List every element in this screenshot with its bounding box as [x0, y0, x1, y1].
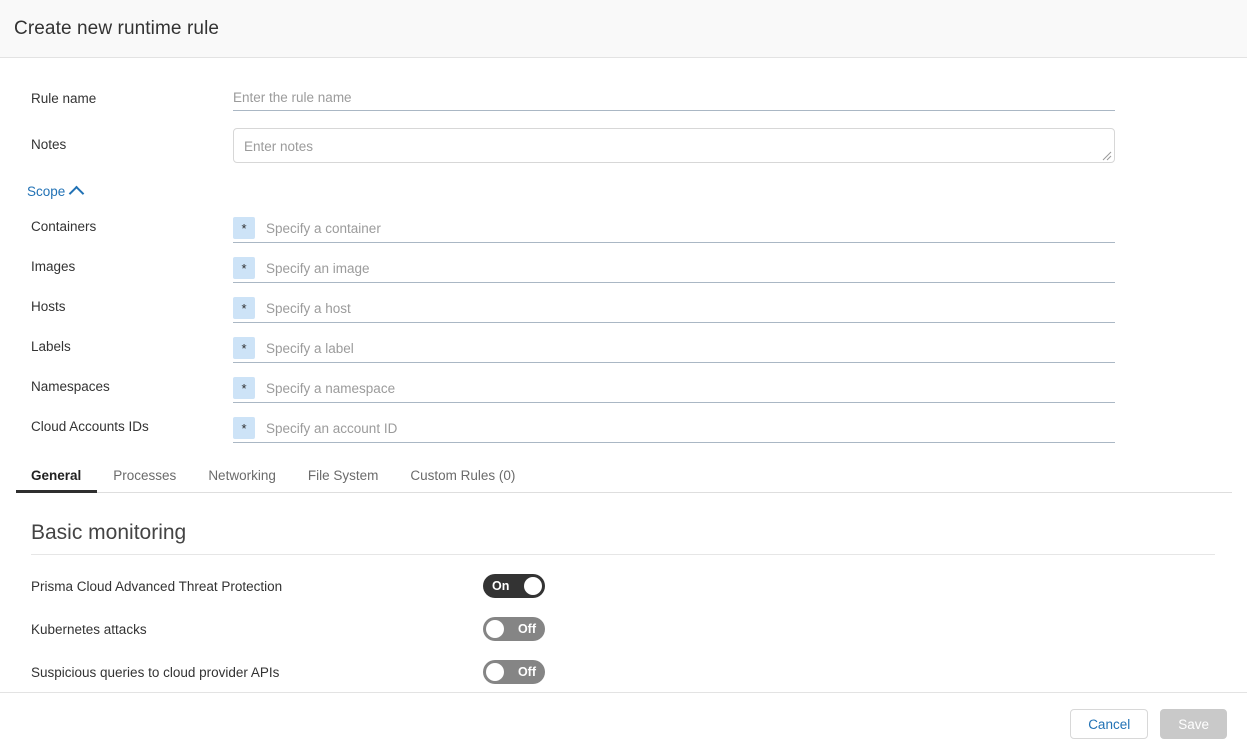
scope-row-hosts: Hosts * Specify a host [0, 294, 1247, 323]
rule-name-control: Enter the rule name [233, 84, 1247, 111]
namespaces-placeholder: Specify a namespace [266, 381, 395, 396]
form-body: Rule name Enter the rule name Notes Ente… [0, 84, 1247, 443]
rule-name-input[interactable]: Enter the rule name [233, 84, 1115, 111]
atp-label: Prisma Cloud Advanced Threat Protection [31, 579, 483, 594]
suspicious-queries-toggle[interactable]: Off [483, 660, 545, 684]
tab-networking[interactable]: Networking [192, 468, 292, 492]
toggle-knob-icon [524, 577, 542, 595]
images-placeholder: Specify an image [266, 261, 370, 276]
resize-handle-icon[interactable] [1102, 151, 1112, 161]
suspicious-queries-label: Suspicious queries to cloud provider API… [31, 665, 483, 680]
namespaces-label: Namespaces [31, 374, 233, 395]
hosts-label: Hosts [31, 294, 233, 315]
cloud-accounts-input[interactable]: * Specify an account ID [233, 414, 1115, 443]
scope-row-cloud-accounts: Cloud Accounts IDs * Specify an account … [0, 414, 1247, 443]
containers-control: * Specify a container [233, 214, 1247, 243]
scope-row-images: Images * Specify an image [0, 254, 1247, 283]
dialog-header: Create new runtime rule [0, 0, 1247, 58]
images-input[interactable]: * Specify an image [233, 254, 1115, 283]
wildcard-chip-icon[interactable]: * [233, 377, 255, 399]
wildcard-chip-icon[interactable]: * [233, 337, 255, 359]
scope-rows: Containers * Specify a container Images … [0, 214, 1247, 443]
images-control: * Specify an image [233, 254, 1247, 283]
page-title: Create new runtime rule [0, 18, 219, 40]
wildcard-chip-icon[interactable]: * [233, 217, 255, 239]
toggle-knob-icon [486, 663, 504, 681]
labels-label: Labels [31, 334, 233, 355]
scope-label: Scope [27, 184, 65, 199]
setting-row-suspicious-queries: Suspicious queries to cloud provider API… [31, 660, 1247, 684]
tab-custom-rules[interactable]: Custom Rules (0) [394, 468, 531, 492]
labels-control: * Specify a label [233, 334, 1247, 363]
atp-toggle[interactable]: On [483, 574, 545, 598]
hosts-placeholder: Specify a host [266, 301, 351, 316]
scope-row-containers: Containers * Specify a container [0, 214, 1247, 243]
tab-bar: General Processes Networking File System… [16, 464, 1232, 493]
kubernetes-attacks-toggle[interactable]: Off [483, 617, 545, 641]
kubernetes-attacks-toggle-state: Off [518, 622, 536, 636]
tab-file-system[interactable]: File System [292, 468, 395, 492]
images-label: Images [31, 254, 233, 275]
toggle-knob-icon [486, 620, 504, 638]
containers-placeholder: Specify a container [266, 221, 381, 236]
atp-toggle-state: On [492, 579, 509, 593]
section-title: Basic monitoring [31, 521, 1215, 555]
notes-textarea[interactable]: Enter notes [233, 128, 1115, 163]
dialog-footer: Cancel Save [0, 692, 1247, 755]
labels-input[interactable]: * Specify a label [233, 334, 1115, 363]
labels-placeholder: Specify a label [266, 341, 354, 356]
cloud-accounts-label: Cloud Accounts IDs [31, 414, 233, 435]
cloud-accounts-placeholder: Specify an account ID [266, 421, 397, 436]
scope-row-namespaces: Namespaces * Specify a namespace [0, 374, 1247, 403]
namespaces-control: * Specify a namespace [233, 374, 1247, 403]
containers-label: Containers [31, 214, 233, 235]
rule-name-label: Rule name [31, 84, 233, 107]
notes-control: Enter notes [233, 128, 1247, 163]
setting-row-atp: Prisma Cloud Advanced Threat Protection … [31, 574, 1247, 598]
cloud-accounts-control: * Specify an account ID [233, 414, 1247, 443]
setting-row-kubernetes-attacks: Kubernetes attacks Off [31, 617, 1247, 641]
wildcard-chip-icon[interactable]: * [233, 257, 255, 279]
wildcard-chip-icon[interactable]: * [233, 417, 255, 439]
scope-toggle-link[interactable]: Scope [0, 184, 82, 199]
namespaces-input[interactable]: * Specify a namespace [233, 374, 1115, 403]
cancel-button[interactable]: Cancel [1070, 709, 1148, 739]
containers-input[interactable]: * Specify a container [233, 214, 1115, 243]
suspicious-queries-toggle-state: Off [518, 665, 536, 679]
basic-monitoring-section: Basic monitoring Prisma Cloud Advanced T… [0, 521, 1247, 684]
hosts-input[interactable]: * Specify a host [233, 294, 1115, 323]
wildcard-chip-icon[interactable]: * [233, 297, 255, 319]
hosts-control: * Specify a host [233, 294, 1247, 323]
form-row-rule-name: Rule name Enter the rule name [0, 84, 1247, 111]
notes-label: Notes [31, 128, 233, 153]
save-button[interactable]: Save [1160, 709, 1227, 739]
notes-placeholder: Enter notes [244, 139, 313, 154]
form-row-notes: Notes Enter notes [0, 128, 1247, 163]
chevron-up-icon [69, 185, 85, 201]
scope-row-labels: Labels * Specify a label [0, 334, 1247, 363]
rule-name-placeholder: Enter the rule name [233, 90, 352, 105]
tab-general[interactable]: General [16, 468, 97, 492]
tab-processes[interactable]: Processes [97, 468, 192, 492]
kubernetes-attacks-label: Kubernetes attacks [31, 622, 483, 637]
